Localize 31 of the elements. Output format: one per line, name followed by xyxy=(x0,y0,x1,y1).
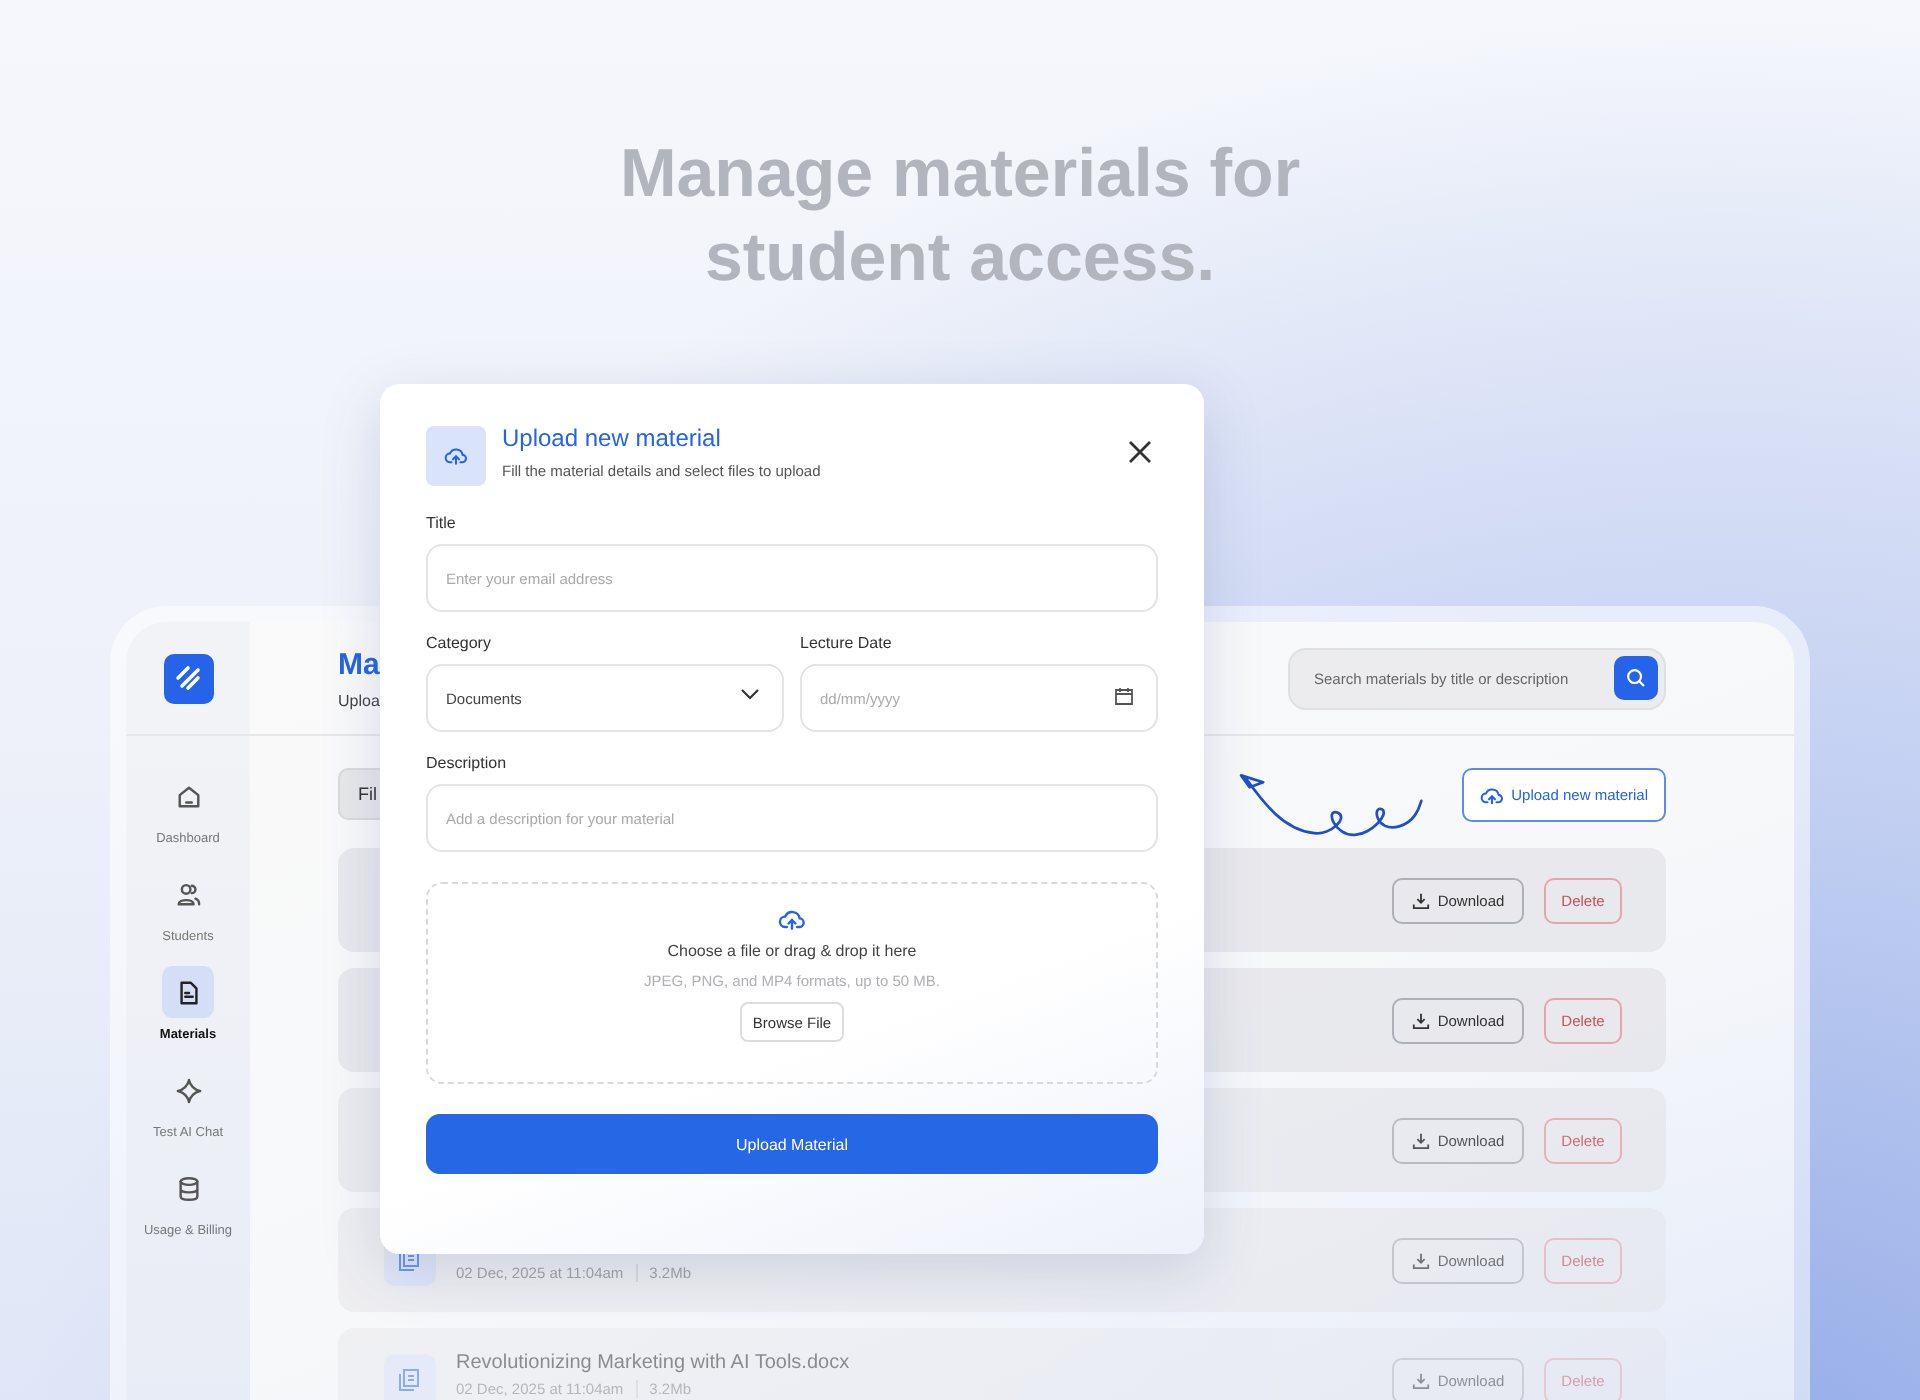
field-label: Title xyxy=(426,514,458,532)
sparkle-icon xyxy=(175,1077,201,1103)
cloud-upload-icon xyxy=(444,446,468,466)
search-icon xyxy=(1626,667,1646,687)
download-icon xyxy=(1411,1011,1430,1029)
headline: Manage materials for student access. xyxy=(617,134,1303,300)
download-icon xyxy=(1411,891,1430,909)
calendar-icon xyxy=(1114,686,1134,706)
users-icon xyxy=(174,881,202,907)
download-icon xyxy=(1411,1131,1430,1149)
chevron-down-icon xyxy=(740,688,760,700)
cloud-upload-icon xyxy=(1479,785,1504,805)
logo-icon xyxy=(163,653,213,703)
file-icon xyxy=(384,1354,436,1400)
download-icon xyxy=(1411,1251,1430,1269)
drop-prompt: Choose a file or drag & drop it here xyxy=(667,942,917,961)
close-icon xyxy=(1126,438,1154,466)
page-title: Ma xyxy=(338,647,380,681)
file-name: Revolutionizing Marketing with AI Tools.docx xyxy=(456,1351,852,1373)
field-label: Lecture Date xyxy=(800,634,894,652)
database-icon xyxy=(175,1175,201,1201)
dialog-title: Upload new material xyxy=(502,424,723,452)
download-icon xyxy=(1411,1371,1430,1389)
field-label: Category xyxy=(426,634,493,652)
page-subtitle: Uploa xyxy=(338,691,380,709)
home-icon xyxy=(175,783,201,809)
field-label: Description xyxy=(426,754,509,772)
cloud-upload-icon xyxy=(778,908,806,931)
search-button[interactable] xyxy=(1614,655,1658,699)
upload-material-button[interactable]: Upload Material xyxy=(426,1114,1158,1174)
document-icon xyxy=(175,979,201,1005)
